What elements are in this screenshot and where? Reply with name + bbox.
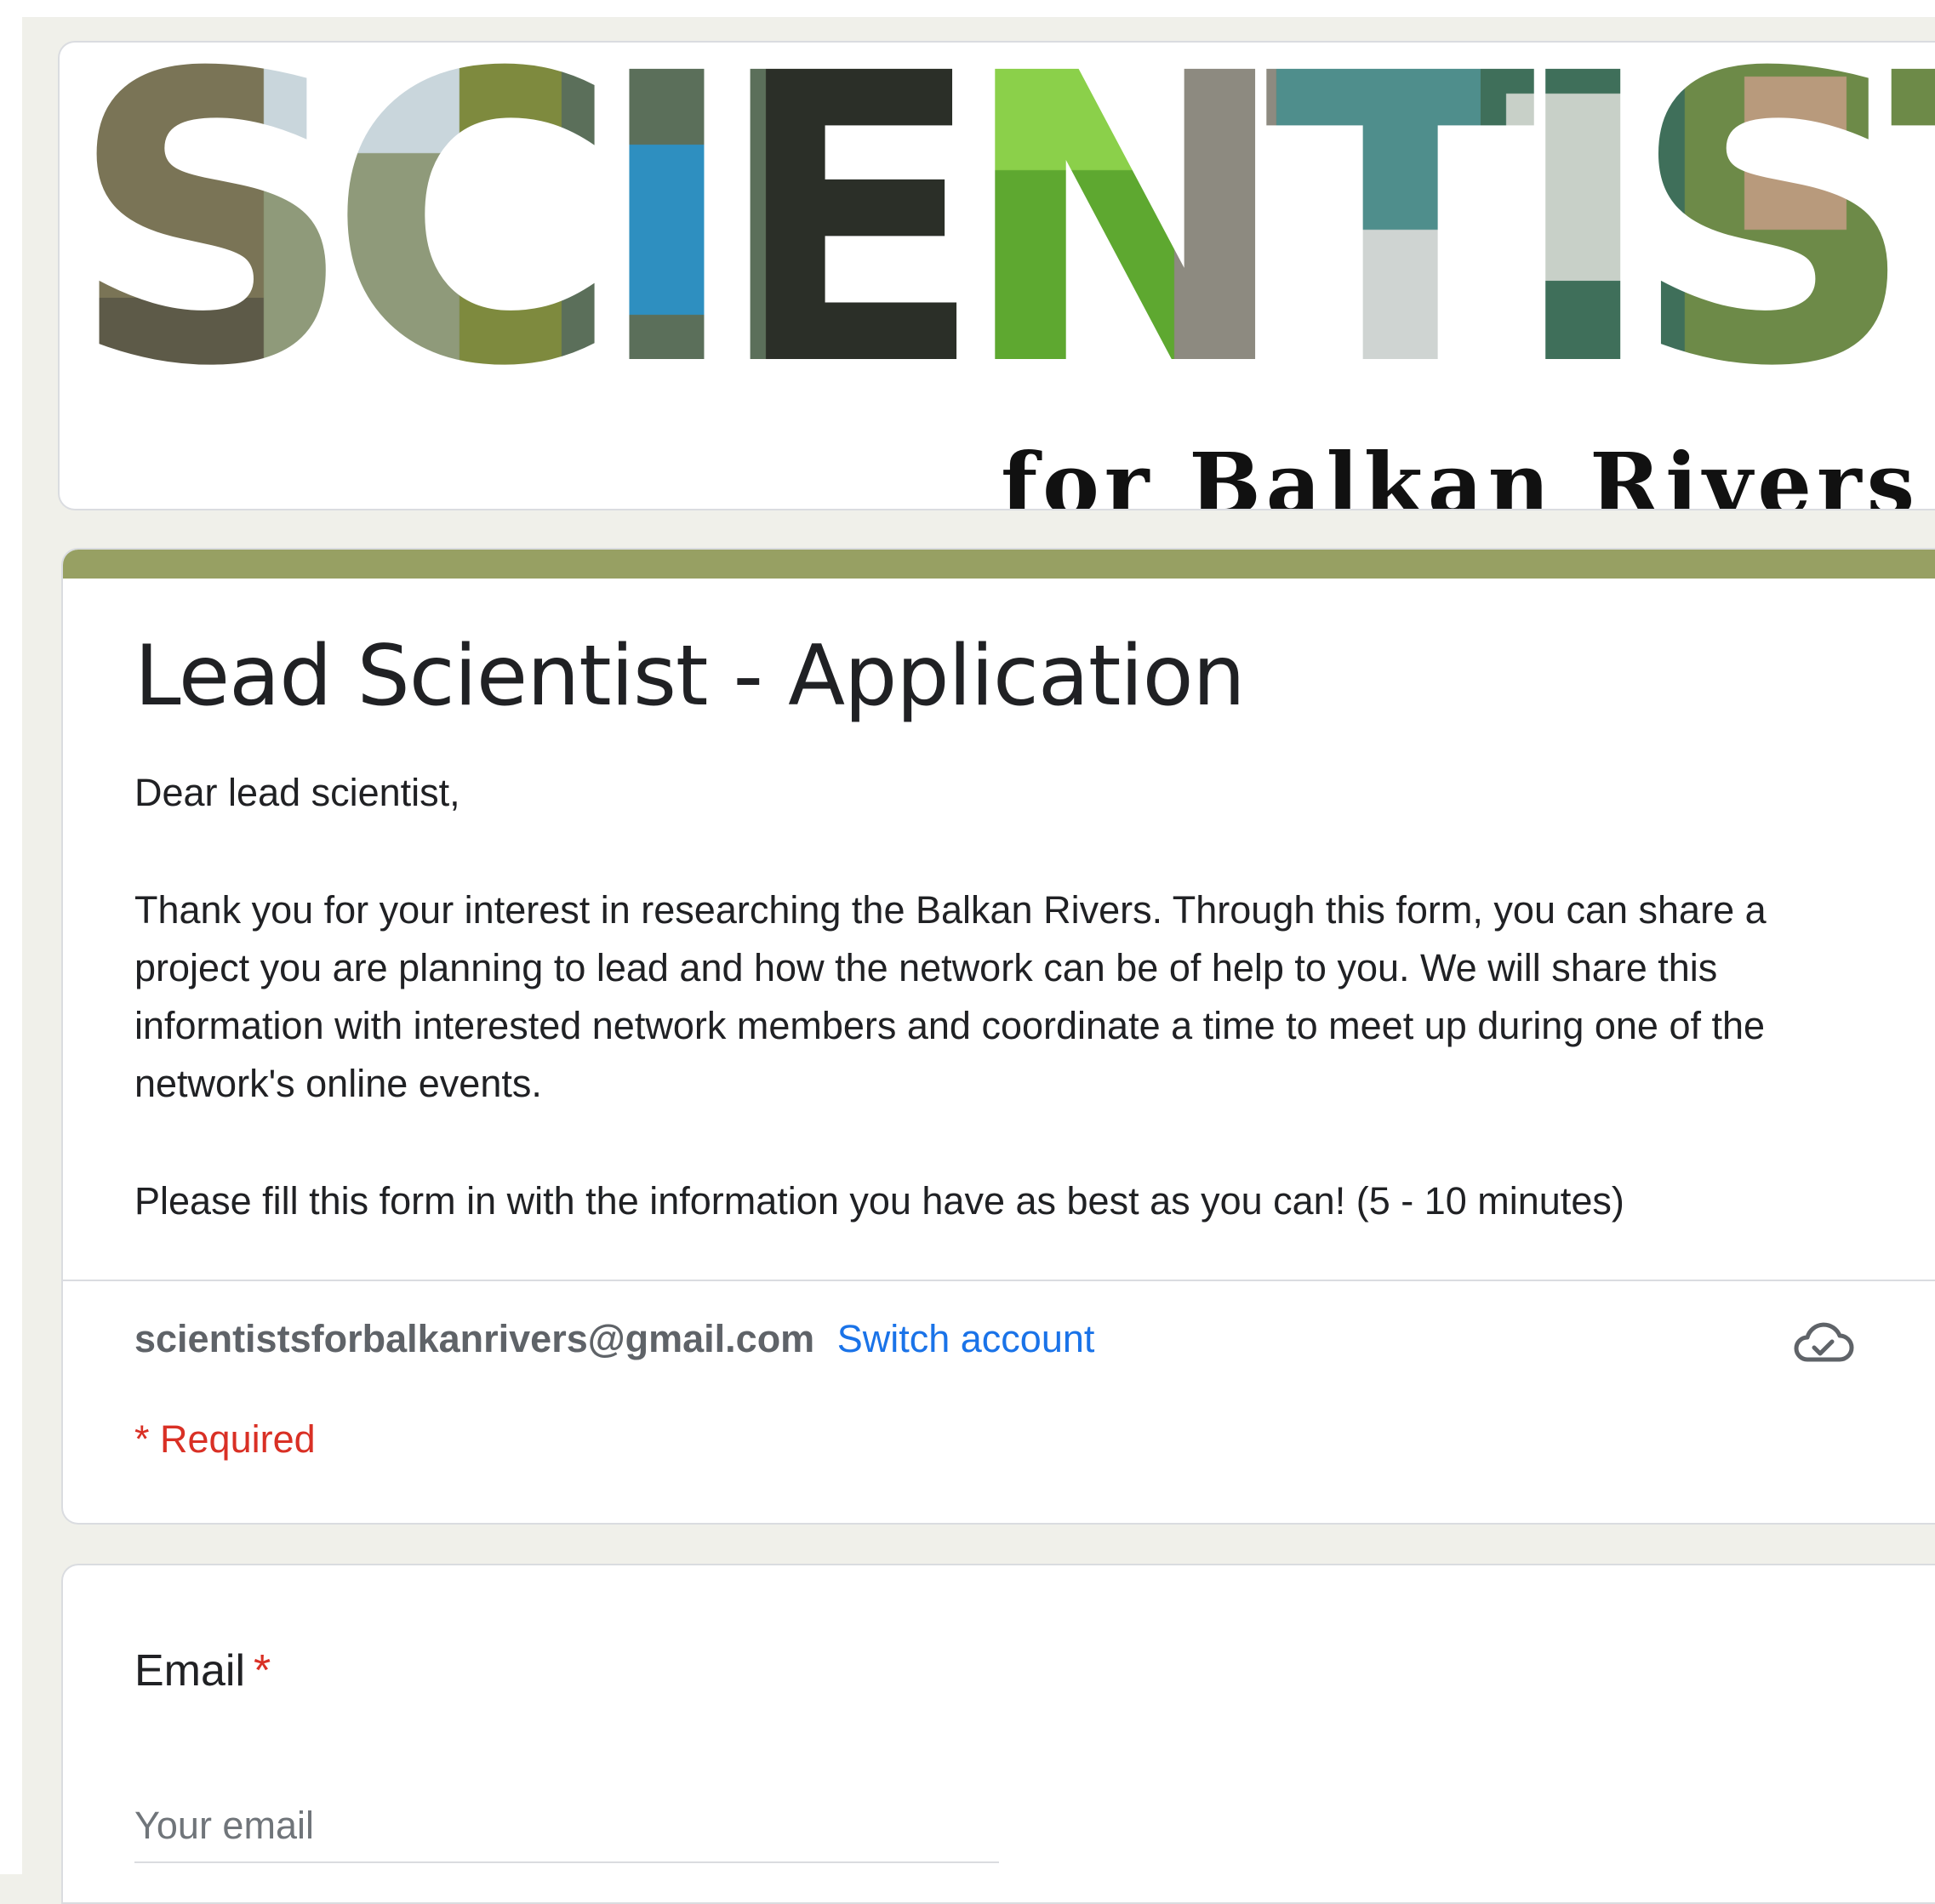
question-title: Email * (134, 1645, 271, 1696)
divider (63, 1280, 1935, 1281)
form-instruction: Please fill this form in with the inform… (134, 1179, 1624, 1223)
question-label-email: Email (134, 1646, 246, 1696)
email-input[interactable] (134, 1790, 999, 1863)
required-note: * Required (134, 1417, 316, 1461)
form-description: Thank you for your interest in researchi… (134, 888, 1767, 1105)
form-header-card: Lead Scientist - Application Dear lead s… (61, 548, 1935, 1525)
theme-accent-bar (63, 550, 1935, 579)
required-asterisk: * (254, 1646, 271, 1696)
switch-account-link[interactable]: Switch account (837, 1317, 1095, 1360)
form-greeting: Dear lead scientist, (134, 771, 460, 814)
page-top-edge (0, 0, 1935, 17)
question-card-email: Email * (61, 1564, 1935, 1904)
account-row: scientistsforbalkanrivers@gmail.com Swit… (134, 1317, 1094, 1361)
form-title: Lead Scientist - Application (134, 628, 1246, 725)
banner-subtitle: for Balkan Rivers (1001, 434, 1920, 510)
banner-title-graphic: SCIENTISTS (68, 43, 1935, 453)
header-banner: SCIENTISTS for Balkan Rivers (58, 41, 1935, 510)
account-email: scientistsforbalkanrivers@gmail.com (134, 1317, 815, 1360)
cloud-check-icon[interactable] (1790, 1317, 1855, 1368)
page-left-edge (0, 0, 22, 1874)
